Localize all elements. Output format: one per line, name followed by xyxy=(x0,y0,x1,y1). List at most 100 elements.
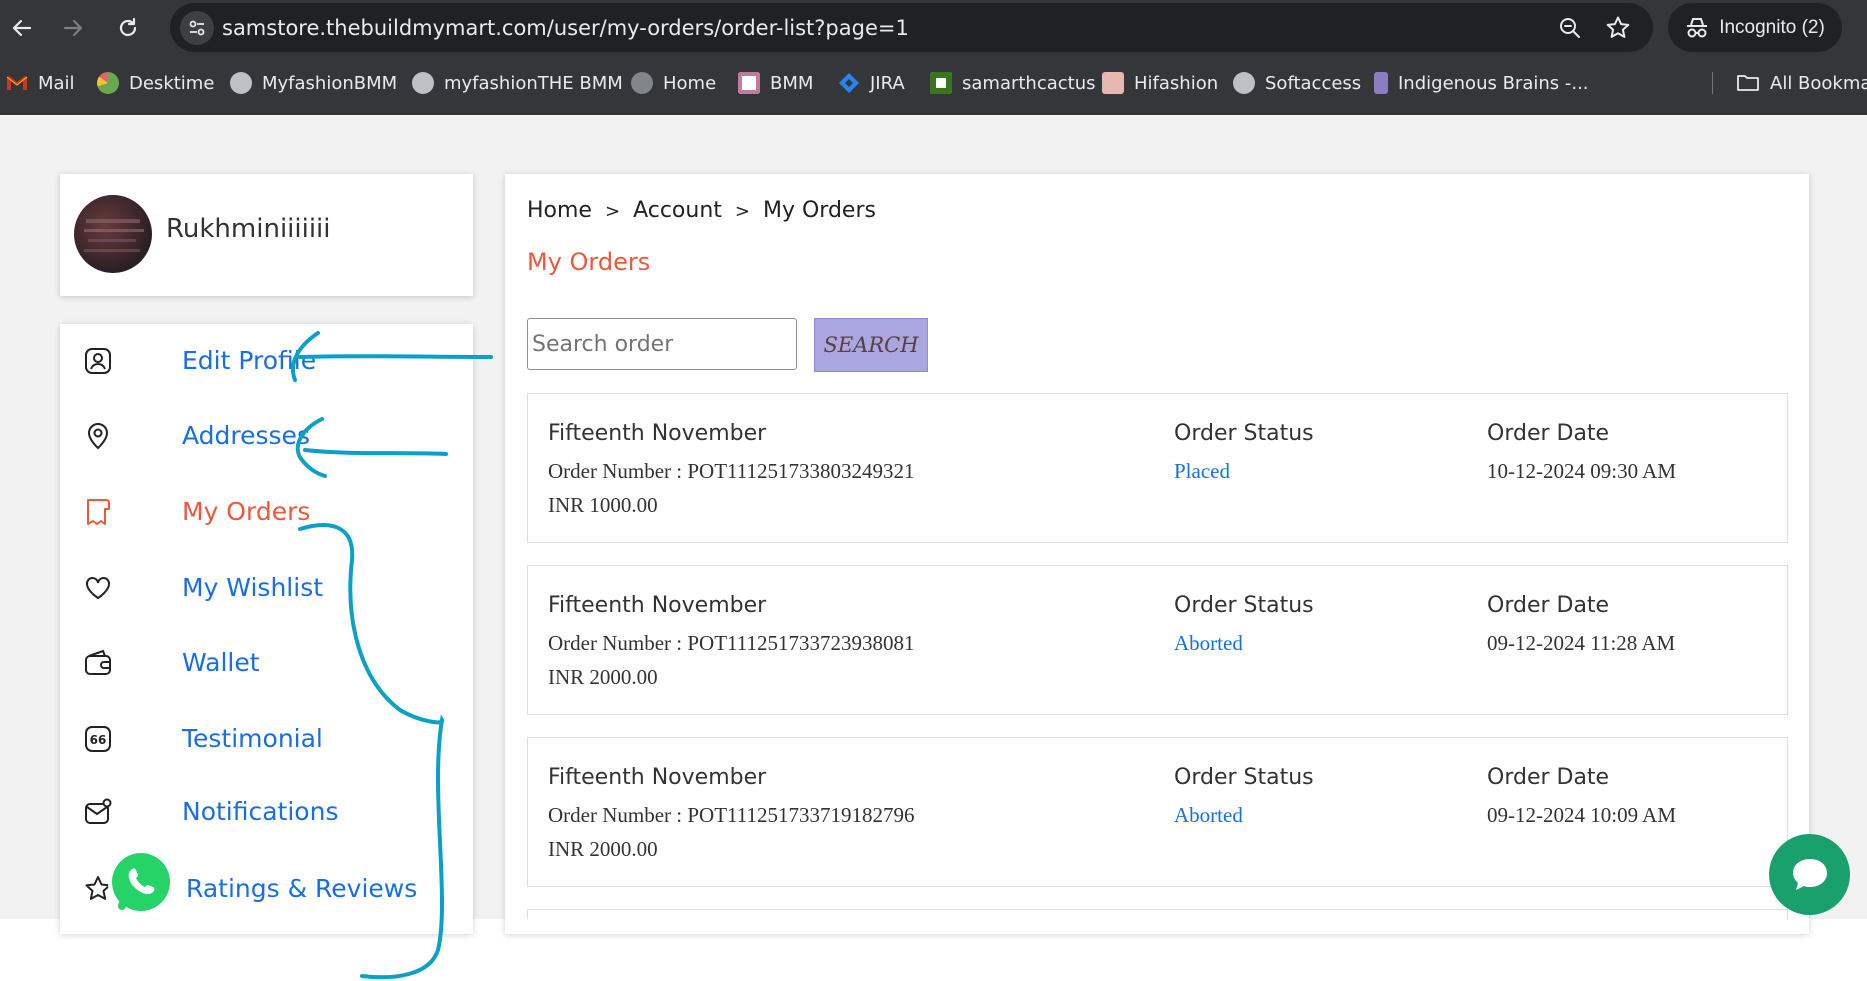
bookmark-mail[interactable]: Mail xyxy=(6,66,75,100)
bookmark-jira[interactable]: JIRA xyxy=(838,66,905,100)
order-number: Order Number : POT111251733723938081 xyxy=(548,631,915,655)
browser-chrome: samstore.thebuildmymart.com/user/my-orde… xyxy=(0,0,1867,115)
all-bookmarks-button[interactable]: All Bookmar xyxy=(1736,66,1867,100)
sidebar-menu: Edit Profile Addresses My Orders My Wish… xyxy=(60,324,473,934)
order-date-label: Order Date xyxy=(1487,593,1610,618)
location-pin-icon xyxy=(82,420,114,452)
sidebar-label-testimonial[interactable]: Testimonial xyxy=(182,724,323,753)
globe-icon xyxy=(631,72,653,94)
sidebar-item-addresses[interactable] xyxy=(82,414,114,458)
bookmark-myfashionbmm[interactable]: MyfashionBMM xyxy=(230,66,397,100)
order-status: Placed xyxy=(1174,459,1230,483)
heart-icon xyxy=(82,572,114,604)
hifashion-icon xyxy=(1102,72,1124,94)
url-text[interactable]: samstore.thebuildmymart.com/user/my-orde… xyxy=(222,16,909,40)
bookmark-myfashionthe-bmm[interactable]: myfashionTHE BMM xyxy=(412,66,623,100)
chat-widget-button[interactable] xyxy=(1769,834,1850,915)
sidebar-label-ratings-reviews[interactable]: Ratings & Reviews xyxy=(186,874,417,903)
zoom-icon[interactable] xyxy=(1558,16,1582,40)
sidebar-label-my-wishlist[interactable]: My Wishlist xyxy=(182,573,323,602)
profile-name: Rukhminiiiiiii xyxy=(166,214,331,244)
order-status-label: Order Status xyxy=(1174,421,1314,446)
order-card[interactable]: Fifteenth November Order Number : POT111… xyxy=(527,393,1788,543)
whatsapp-icon xyxy=(108,850,174,916)
sidebar-item-my-wishlist[interactable] xyxy=(82,566,114,610)
order-status-label: Order Status xyxy=(1174,593,1314,618)
sidebar-label-notifications[interactable]: Notifications xyxy=(182,797,338,826)
search-order-input[interactable] xyxy=(527,318,797,370)
jira-icon xyxy=(839,73,859,93)
order-status-label: Order Status xyxy=(1174,765,1314,790)
arrow-right-icon xyxy=(63,19,83,37)
globe-icon xyxy=(230,72,252,94)
incognito-icon xyxy=(1687,17,1708,37)
avatar[interactable] xyxy=(74,195,152,273)
breadcrumb-account[interactable]: Account xyxy=(633,198,722,223)
sidebar-item-notifications[interactable] xyxy=(82,790,114,834)
sidebar-label-my-orders[interactable]: My Orders xyxy=(182,497,310,526)
order-date: 10-12-2024 09:30 AM xyxy=(1487,459,1676,483)
bookmark-softaccess[interactable]: Softaccess xyxy=(1233,66,1361,100)
bookmark-star-icon[interactable] xyxy=(1605,15,1631,41)
breadcrumb-current: My Orders xyxy=(762,198,876,223)
order-card-partial[interactable] xyxy=(527,909,1788,919)
mail-notification-icon xyxy=(82,796,114,828)
order-date: 09-12-2024 10:09 AM xyxy=(1487,803,1676,827)
order-amount: INR 1000.00 xyxy=(548,493,658,517)
bookmark-samarthcactus[interactable]: samarthcactus xyxy=(930,66,1096,100)
bookmark-indigenous-brains[interactable]: Indigenous Brains -... xyxy=(1374,66,1589,100)
arrow-left-icon xyxy=(12,19,32,37)
bookmarks-divider xyxy=(1712,72,1713,94)
order-date-label: Order Date xyxy=(1487,765,1610,790)
order-number: Order Number : POT111251733719182796 xyxy=(548,803,915,827)
search-button[interactable]: SEARCH xyxy=(814,318,928,372)
breadcrumb-separator: > xyxy=(734,201,750,222)
profile-card: Rukhminiiiiiii xyxy=(60,174,473,296)
order-title: Fifteenth November xyxy=(548,593,767,618)
order-card[interactable]: Fifteenth November Order Number : POT111… xyxy=(527,737,1788,887)
bookmark-hifashion[interactable]: Hifashion xyxy=(1102,66,1218,100)
sidebar-label-addresses[interactable]: Addresses xyxy=(182,421,310,450)
order-title: Fifteenth November xyxy=(548,421,767,446)
breadcrumb-separator: > xyxy=(604,201,621,222)
back-button[interactable] xyxy=(2,8,42,48)
wallet-icon xyxy=(82,647,114,679)
bmm-icon xyxy=(738,72,760,94)
sidebar-item-wallet[interactable] xyxy=(82,641,114,685)
bookmark-bmm[interactable]: BMM xyxy=(738,66,813,100)
gmail-icon xyxy=(6,76,28,90)
folder-icon xyxy=(1737,75,1759,91)
page-title: My Orders xyxy=(527,248,651,276)
sidebar-item-testimonial[interactable]: 66 xyxy=(82,717,114,761)
globe-icon xyxy=(412,72,434,94)
chat-bubble-icon xyxy=(1792,858,1827,890)
order-title: Fifteenth November xyxy=(548,765,767,790)
svg-text:66: 66 xyxy=(90,733,107,747)
site-info-icon[interactable] xyxy=(180,11,214,45)
order-status: Aborted xyxy=(1174,803,1243,827)
sidebar-item-my-orders[interactable] xyxy=(82,490,114,534)
profile-icon xyxy=(82,345,114,377)
sidebar-label-edit-profile[interactable]: Edit Profile xyxy=(182,346,316,375)
order-amount: INR 2000.00 xyxy=(548,665,658,689)
sidebar-item-edit-profile[interactable] xyxy=(82,339,114,383)
breadcrumb-home[interactable]: Home xyxy=(527,198,592,223)
indigenous-icon xyxy=(1374,72,1388,94)
incognito-indicator[interactable]: Incognito (2) xyxy=(1668,3,1842,52)
order-status: Aborted xyxy=(1174,631,1243,655)
order-card[interactable]: Fifteenth November Order Number : POT111… xyxy=(527,565,1788,715)
quote-icon: 66 xyxy=(82,723,114,755)
order-amount: INR 2000.00 xyxy=(548,837,658,861)
reload-button[interactable] xyxy=(108,8,148,48)
bookmark-desktime[interactable]: Desktime xyxy=(97,66,214,100)
cactus-icon xyxy=(930,72,952,94)
bookmarks-bar: Mail Desktime MyfashionBMM myfashionTHE … xyxy=(0,66,1867,100)
address-bar[interactable]: samstore.thebuildmymart.com/user/my-orde… xyxy=(170,3,1653,52)
order-date: 09-12-2024 11:28 AM xyxy=(1487,631,1676,655)
sidebar-label-wallet[interactable]: Wallet xyxy=(182,648,260,677)
bookmark-home[interactable]: Home xyxy=(631,66,716,100)
breadcrumb: Home > Account > My Orders xyxy=(527,198,876,223)
forward-button[interactable] xyxy=(53,8,93,48)
whatsapp-button[interactable] xyxy=(104,846,178,920)
reload-icon xyxy=(119,17,137,37)
